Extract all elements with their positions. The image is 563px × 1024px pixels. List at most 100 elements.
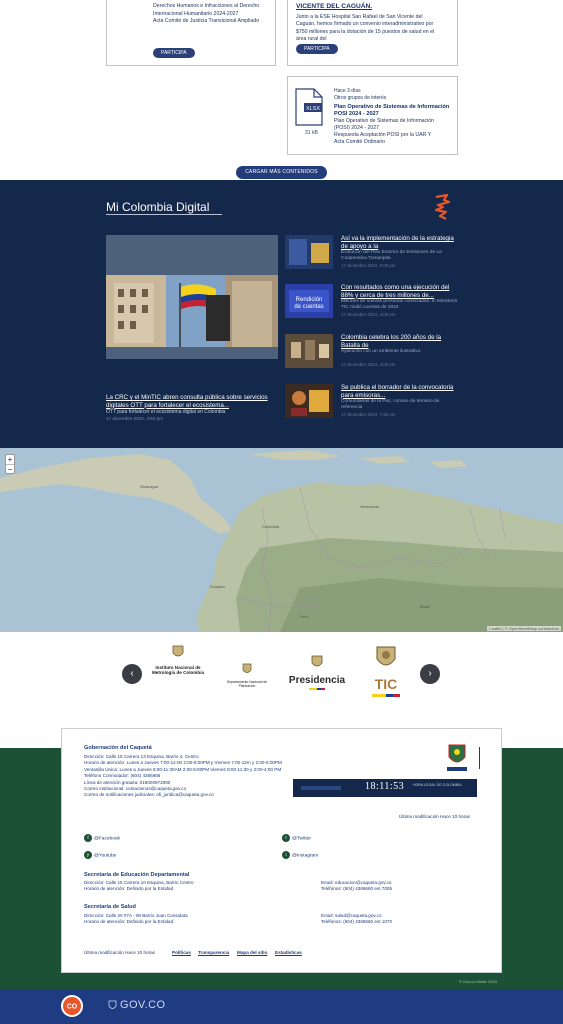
clock-logo-icon	[301, 786, 341, 790]
partner-name: Departamento Nacional de Planeación	[226, 680, 268, 688]
link-politicas[interactable]: Políticas	[172, 950, 191, 955]
news-date: 17 diciembre 2024, 7:38 pm	[341, 412, 396, 417]
featured-news-date: 17 diciembre 2024, 4:50 pm	[106, 416, 163, 421]
zoom-out-button[interactable]: −	[6, 465, 14, 475]
coat-of-arms-icon	[376, 646, 396, 666]
clock-label: HORA LEGAL DE COLOMBIA	[413, 783, 462, 787]
svg-text:Nicaragua: Nicaragua	[140, 484, 159, 489]
doc-date: Hace 3 días	[334, 88, 361, 94]
news-title[interactable]: Colombia celebra los 200 años de la Bata…	[341, 334, 459, 349]
last-updated: Última modificación Hace 10 horas	[399, 814, 470, 819]
org-title: Gobernación del Caquetá	[84, 745, 152, 751]
news-title[interactable]: Se publica el borrador de la convocatori…	[341, 384, 459, 399]
svg-text:de cuentas: de cuentas	[294, 304, 323, 310]
partner-name: TIC	[374, 676, 398, 692]
govco-bar: CO GOV.CO	[0, 989, 563, 1024]
copyright: © Gov.co Mintic 2024	[459, 979, 497, 984]
partner-name: Instituto Nacional de Metrología de Colo…	[151, 665, 205, 676]
news-subtitle: Millones de nuevas personas conectadas, …	[341, 299, 458, 311]
partner-logo-presidencia[interactable]: Presidencia	[286, 654, 348, 690]
map-tiles[interactable]: Colombia Venezuela Ecuador Perú Brasil N…	[0, 448, 563, 632]
content-card[interactable]: Derechos Humanos e Infracciones al Derec…	[106, 0, 276, 66]
content-cards-section: Derechos Humanos e Infracciones al Derec…	[0, 0, 563, 180]
news-subtitle: Ayacucho con un ambiente ilustrativo	[341, 349, 421, 354]
news-date: 17 diciembre 2024, 9:00 pm	[341, 263, 396, 268]
gobernacion-caqueta-logo-icon	[447, 744, 467, 771]
card-text: Acta Comité de Justicia Transicional Amp…	[153, 18, 260, 24]
section-title: Mi Colombia Digital	[106, 200, 210, 214]
link-transparencia[interactable]: Transparencia	[198, 950, 229, 955]
mi-colombia-digital-logo-icon	[434, 194, 451, 220]
featured-news-image[interactable]	[106, 235, 278, 359]
legal-time-clock: 18:11:53 HORA LEGAL DE COLOMBIA	[293, 779, 477, 797]
spreadsheet-file-icon: XLSX	[295, 88, 323, 126]
health-info: Dirección: Calle 20 #7A - 08 Barrio Juan…	[84, 913, 188, 925]
doc-title[interactable]: Plan Operativo de Sistemas de Informació…	[334, 104, 451, 118]
document-card[interactable]: XLSX 31 kB Hace 3 días Otros grupos de i…	[287, 76, 458, 155]
news-thumbnail[interactable]: Rendición de cuentas	[285, 284, 333, 318]
health-title: Secretaría de Salud	[84, 904, 136, 910]
partner-logo-tic[interactable]: TIC	[368, 644, 404, 697]
news-thumbnail[interactable]	[285, 384, 333, 418]
twitter-link[interactable]: t @Twitter	[282, 834, 311, 842]
news-title[interactable]: Así va la implementación de la estrategi…	[341, 235, 459, 250]
svg-text:Rendición: Rendición	[296, 297, 323, 303]
carousel-next-button[interactable]: ›	[420, 664, 440, 684]
featured-news-title[interactable]: La CRC y el MinTIC abren consulta públic…	[106, 394, 278, 409]
svg-text:Ecuador: Ecuador	[210, 584, 226, 589]
news-item[interactable]: Colombia celebra los 200 años de la Bata…	[285, 334, 460, 370]
map-attribution[interactable]: Leaflet | © OpenStreetMap contributors	[487, 626, 561, 631]
bottom-last-updated: Última modificación Hace 10 horas	[84, 950, 155, 955]
flag-stripe	[309, 688, 325, 690]
card-text: Derechos Humanos e Infracciones al Derec…	[153, 3, 260, 9]
news-item[interactable]: Rendición de cuentas Con resultados como …	[285, 284, 460, 320]
clock-time: 18:11:53	[365, 781, 405, 792]
education-title: Secretaría de Educación Departamental	[84, 872, 190, 878]
carousel-prev-button[interactable]: ‹	[122, 664, 142, 684]
govco-link[interactable]: GOV.CO	[120, 999, 165, 1011]
facebook-icon: f	[84, 834, 92, 842]
twitter-icon: t	[282, 834, 290, 842]
link-estadisticas[interactable]: Estadísticas	[275, 950, 302, 955]
news-thumbnail[interactable]	[285, 235, 333, 269]
load-more-button[interactable]: CARGAR MÁS CONTENIDOS	[236, 166, 327, 179]
facebook-link[interactable]: f @Facebook	[84, 834, 120, 842]
news-date: 17 diciembre 2024, 3:00 pm	[341, 312, 396, 317]
co-logo-icon[interactable]: CO	[61, 995, 83, 1017]
card-heading[interactable]: VICENTE DEL CAGUÁN.	[296, 2, 449, 11]
coat-of-arms-icon	[172, 645, 184, 657]
svg-text:XLSX: XLSX	[306, 106, 320, 112]
partner-logo-inm[interactable]: Instituto Nacional de Metrología de Colo…	[145, 644, 211, 676]
education-info: Dirección: Calle 15 Carrera 10 Esquina, …	[84, 880, 194, 892]
link-mapa-del-sitio[interactable]: Mapa del sitio	[237, 950, 267, 955]
flag-stripe	[372, 694, 400, 697]
svg-text:Perú: Perú	[300, 614, 308, 619]
govco-shield-icon	[108, 1000, 117, 1009]
location-map[interactable]: Colombia Venezuela Ecuador Perú Brasil N…	[0, 448, 563, 632]
news-subtitle: Evolución del Plan Exterior de Emisiones…	[341, 250, 442, 262]
participa-button[interactable]: PARTICIPA	[153, 48, 195, 58]
education-contact: Email: educacion@caqueta.gov.co Teléfono…	[321, 880, 393, 892]
news-item[interactable]: Se publica el borrador de la convocatori…	[285, 384, 460, 420]
partner-name: Presidencia	[288, 675, 346, 686]
org-info: Dirección: Calle 15 Carrera 13 Esquina, …	[84, 754, 282, 798]
news-thumbnail[interactable]	[285, 334, 333, 368]
news-title[interactable]: Con resultados como una ejecución del 88…	[341, 284, 459, 299]
coat-of-arms-icon	[311, 655, 323, 667]
svg-text:Brasil: Brasil	[420, 604, 430, 609]
partner-logo-dnp[interactable]: Departamento Nacional de Planeación	[222, 662, 272, 688]
doc-description: Plan Operativo de Sistemas de Informació…	[334, 118, 435, 145]
card-text: Internacional Humanitario 2024-2027	[153, 10, 239, 17]
youtube-link[interactable]: y @Youtube	[84, 851, 116, 859]
content-card[interactable]: VICENTE DEL CAGUÁN. Junto a la ESE Hospi…	[287, 0, 458, 66]
participa-button[interactable]: PARTICIPA	[296, 44, 338, 54]
mi-colombia-digital-section: Mi Colombia Digital La CRC y el MinTIC a…	[0, 180, 563, 448]
file-size: 31 kB	[305, 130, 318, 136]
health-contact: Email: salud@caqueta.gov.co Teléfonos: (…	[321, 913, 393, 925]
zoom-in-button[interactable]: +	[6, 455, 14, 465]
featured-news-subtitle: OTT para fortalecer el ecosistema digita…	[106, 409, 226, 415]
doc-audience: Otros grupos de interés	[334, 95, 387, 101]
youtube-icon: y	[84, 851, 92, 859]
instagram-link[interactable]: i @Instagram	[282, 851, 318, 859]
news-item[interactable]: Así va la implementación de la estrategi…	[285, 235, 460, 271]
